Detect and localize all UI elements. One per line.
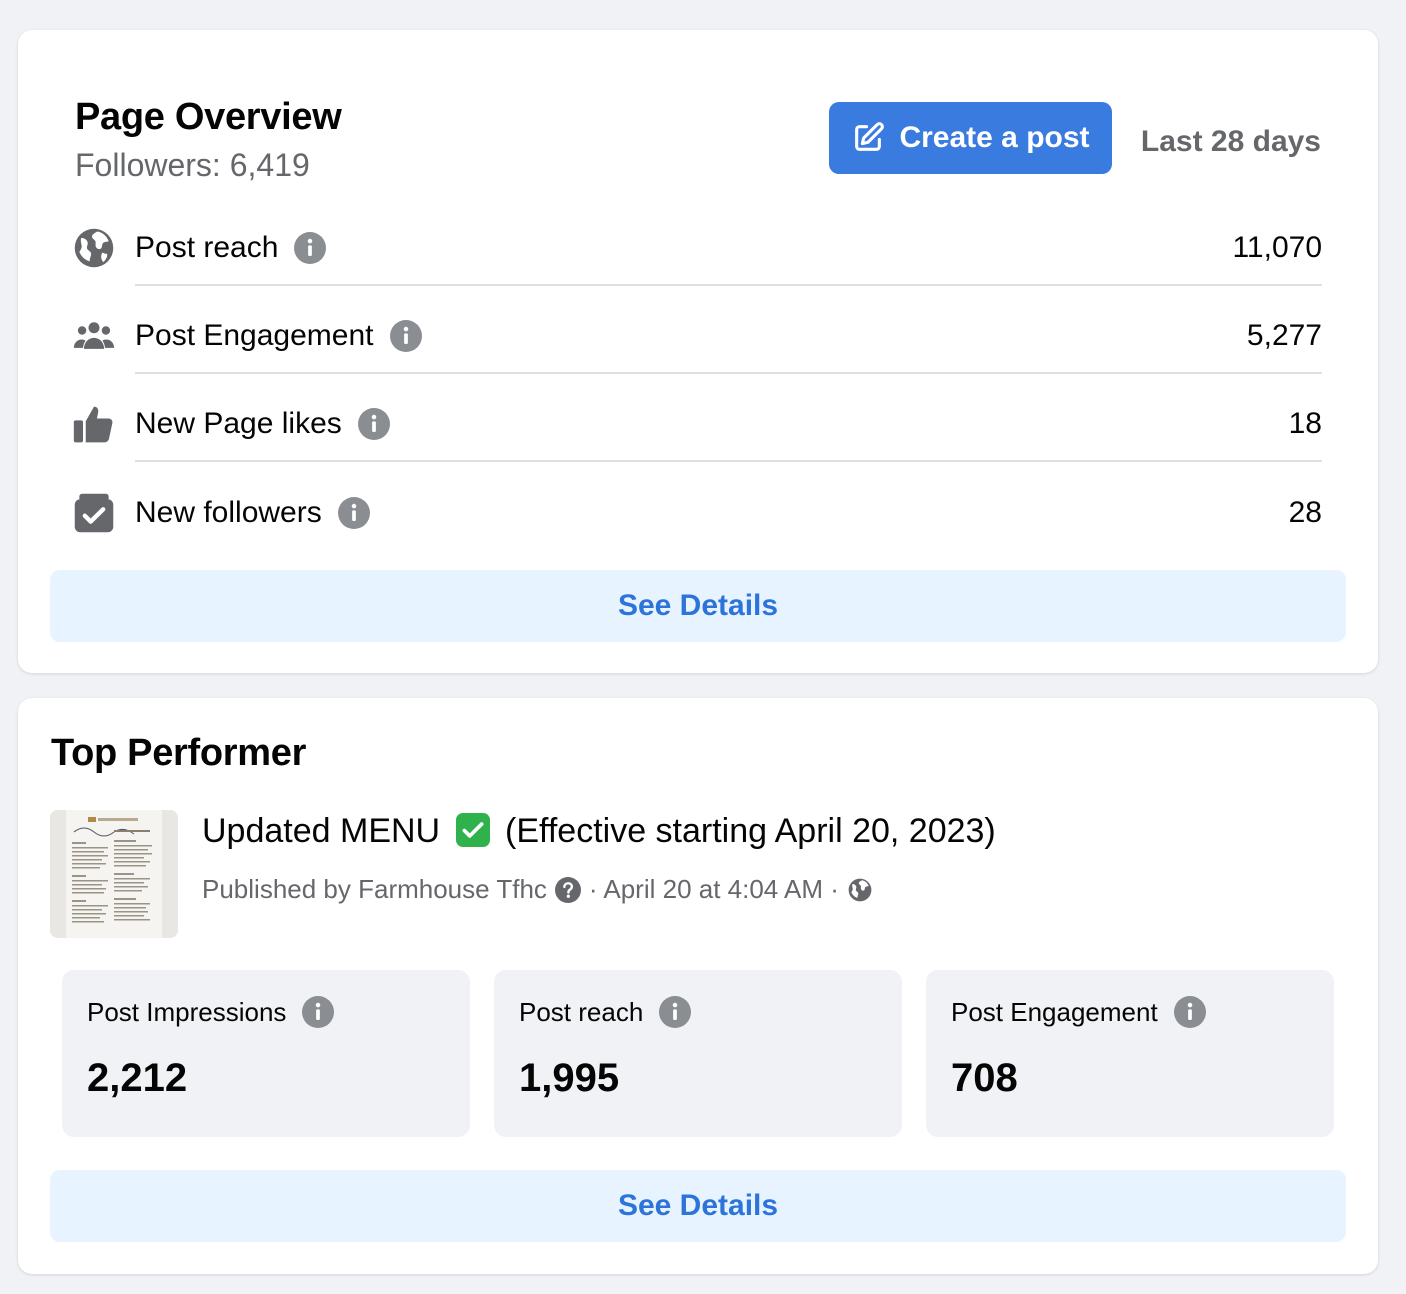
post-meta: Published by Farmhouse Tfhc · April 20 a… (202, 874, 873, 905)
post-title-subtext: (Effective starting April 20, 2023) (505, 812, 996, 850)
info-icon[interactable] (302, 996, 335, 1028)
metric-row-post-engagement: Post Engagement 5,277 (72, 314, 1322, 374)
people-icon (72, 314, 116, 358)
stat-label: Post reach (519, 996, 644, 1027)
metric-row-new-page-likes: New Page likes 18 (72, 402, 1322, 462)
stat-post-engagement: Post Engagement 708 (926, 970, 1334, 1137)
stat-post-impressions: Post Impressions 2,212 (62, 970, 470, 1137)
page-overview-title: Page Overview (75, 96, 342, 138)
published-by: Published by Farmhouse Tfhc (202, 874, 547, 904)
edit-icon (851, 121, 885, 155)
post-date: · April 20 at 4:04 AM · (588, 874, 839, 904)
follow-check-icon (72, 491, 116, 535)
info-icon[interactable] (357, 408, 390, 440)
create-post-label: Create a post (899, 121, 1090, 154)
post-thumbnail[interactable] (50, 810, 178, 938)
stat-value: 2,212 (87, 1056, 188, 1100)
metric-row-new-followers: New followers 28 (72, 491, 1322, 543)
followers-count: Followers: 6,419 (75, 147, 310, 183)
metric-label: Post reach (135, 231, 279, 264)
date-range-selector[interactable]: Last 28 days (1141, 125, 1321, 159)
stat-label: Post Engagement (951, 996, 1158, 1027)
question-icon[interactable] (554, 876, 581, 903)
metric-row-post-reach: Post reach 11,070 (72, 226, 1322, 286)
info-icon[interactable] (337, 497, 370, 529)
metric-value: 28 (1288, 496, 1322, 529)
info-icon[interactable] (659, 996, 692, 1028)
stat-label: Post Impressions (87, 996, 287, 1027)
top-performer-title: Top Performer (51, 732, 307, 774)
info-icon[interactable] (389, 320, 422, 352)
globe-icon (847, 877, 873, 903)
see-details-button[interactable]: See Details (50, 1170, 1346, 1242)
divider (135, 460, 1322, 462)
stat-value: 1,995 (519, 1056, 620, 1100)
check-mark-icon (455, 813, 490, 847)
thumbs-up-icon (72, 402, 116, 446)
divider (135, 372, 1322, 374)
divider (135, 284, 1322, 286)
page-overview-card: Page Overview Followers: 6,419 Create a … (18, 30, 1378, 673)
stat-post-reach: Post reach 1,995 (494, 970, 902, 1137)
info-icon[interactable] (294, 232, 327, 264)
stat-value: 708 (951, 1056, 1018, 1100)
post-title[interactable]: Updated MENU (Effective starting April 2… (202, 812, 996, 851)
top-performer-card: Top Performer Updated MENU (Effective st… (18, 698, 1378, 1274)
metric-label: Post Engagement (135, 319, 374, 352)
metric-value: 5,277 (1246, 319, 1322, 352)
metric-label: New Page likes (135, 407, 342, 440)
see-details-button[interactable]: See Details (50, 570, 1346, 642)
create-post-button[interactable]: Create a post (829, 102, 1112, 174)
metric-label: New followers (135, 496, 322, 529)
info-icon[interactable] (1173, 996, 1206, 1028)
globe-icon (72, 226, 116, 270)
metric-value: 11,070 (1232, 231, 1322, 264)
post-title-text: Updated MENU (202, 812, 441, 850)
metric-value: 18 (1288, 407, 1322, 440)
